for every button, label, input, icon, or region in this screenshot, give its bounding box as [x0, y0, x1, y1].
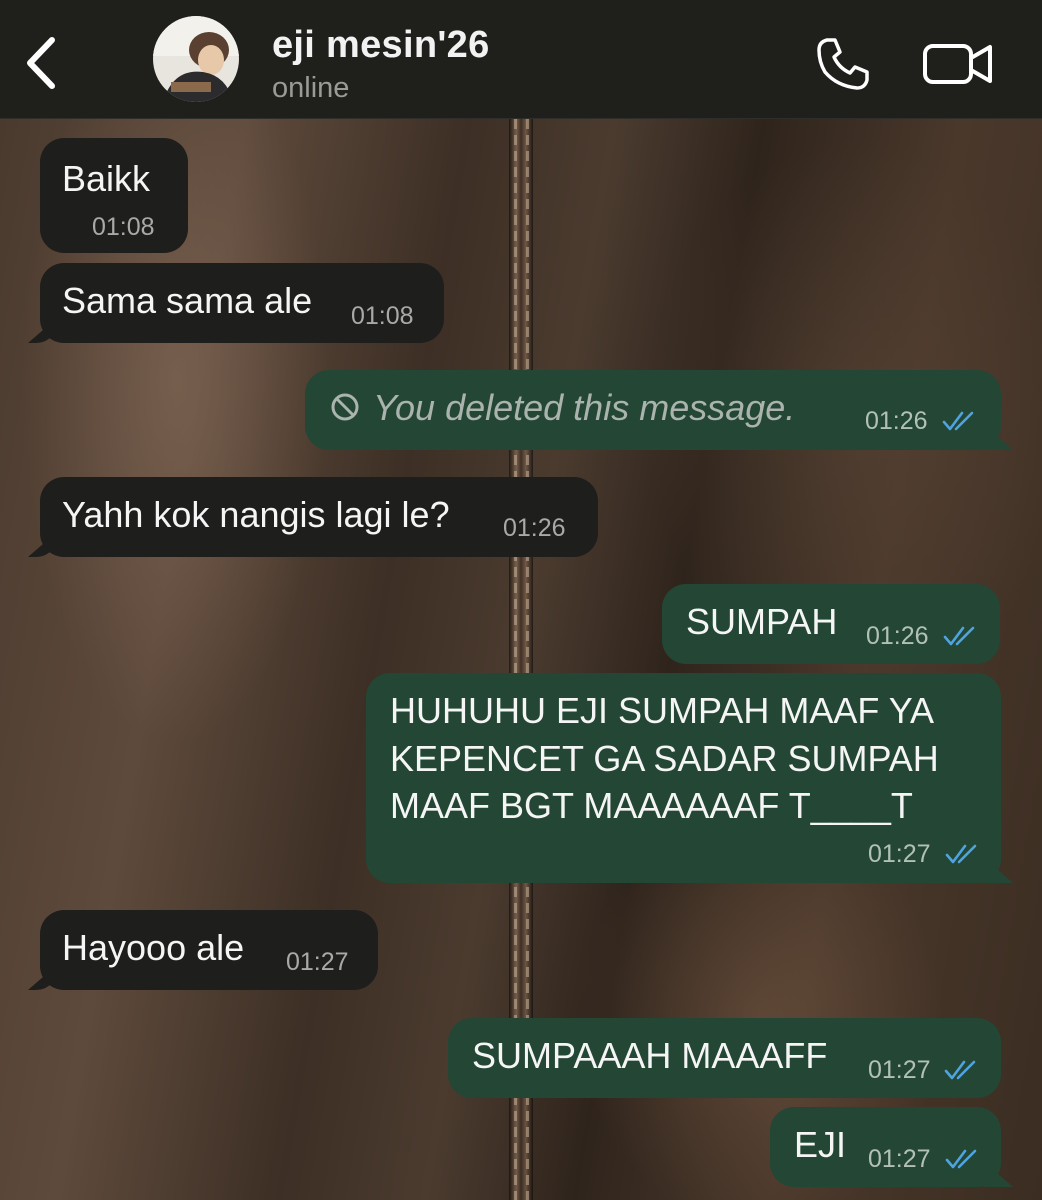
outgoing-message[interactable]: SUMPAAAH MAAAFF 01:27	[448, 1018, 1001, 1098]
message-text: EJI	[794, 1124, 847, 1165]
outgoing-deleted-message[interactable]: You deleted this message. 01:26	[305, 370, 1001, 450]
incoming-message[interactable]: Yahh kok nangis lagi le? 01:26	[40, 477, 598, 557]
voice-call-button[interactable]	[813, 34, 873, 94]
message-time: 01:08	[351, 302, 414, 330]
message-text: Sama sama ale	[62, 280, 313, 321]
message-text: Yahh kok nangis lagi le?	[62, 494, 450, 535]
read-receipt-icon	[942, 411, 974, 431]
contact-status: online	[272, 72, 350, 104]
message-time: 01:26	[866, 622, 929, 650]
message-time: 01:26	[865, 407, 928, 435]
message-time: 01:27	[286, 948, 349, 976]
outgoing-message[interactable]: EJI 01:27	[770, 1107, 1001, 1187]
phone-icon	[817, 38, 869, 90]
message-text: SUMPAH	[686, 601, 838, 642]
message-time: 01:27	[868, 1056, 931, 1084]
message-text: Hayooo ale	[62, 927, 245, 968]
read-receipt-icon	[944, 1060, 976, 1080]
message-line: KEPENCET GA SADAR SUMPAH	[390, 738, 939, 779]
read-receipt-icon	[943, 626, 975, 646]
read-receipt-icon	[945, 1149, 977, 1169]
contact-name[interactable]: eji mesin'26	[272, 24, 490, 67]
incoming-message[interactable]: Sama sama ale 01:08	[40, 263, 444, 343]
video-call-button[interactable]	[920, 38, 996, 90]
contact-avatar[interactable]	[153, 16, 239, 102]
read-receipt-icon	[945, 844, 977, 864]
video-camera-icon	[923, 44, 992, 84]
avatar-photo	[153, 16, 239, 102]
message-text: Baikk	[62, 158, 151, 199]
back-button[interactable]	[20, 34, 64, 92]
message-time: 01:27	[868, 840, 931, 868]
message-text: SUMPAAAH MAAAFF	[472, 1035, 828, 1076]
incoming-message[interactable]: Baikk 01:08	[40, 138, 188, 253]
message-line: MAAF BGT MAAAAAAF T____T	[390, 785, 913, 826]
chat-header: eji mesin'26 online	[0, 0, 1042, 119]
message-time: 01:27	[868, 1145, 931, 1173]
deleted-ban-icon	[331, 393, 359, 421]
message-time: 01:08	[92, 213, 155, 241]
incoming-message[interactable]: Hayooo ale 01:27	[40, 910, 378, 990]
deleted-message-text: You deleted this message.	[373, 387, 796, 428]
chevron-left-icon	[27, 37, 55, 89]
outgoing-message[interactable]: SUMPAH 01:26	[662, 584, 1000, 664]
outgoing-message[interactable]: HUHUHU EJI SUMPAH MAAF YA KEPENCET GA SA…	[366, 673, 1001, 883]
message-time: 01:26	[503, 514, 566, 542]
message-line: HUHUHU EJI SUMPAH MAAF YA	[390, 690, 935, 731]
